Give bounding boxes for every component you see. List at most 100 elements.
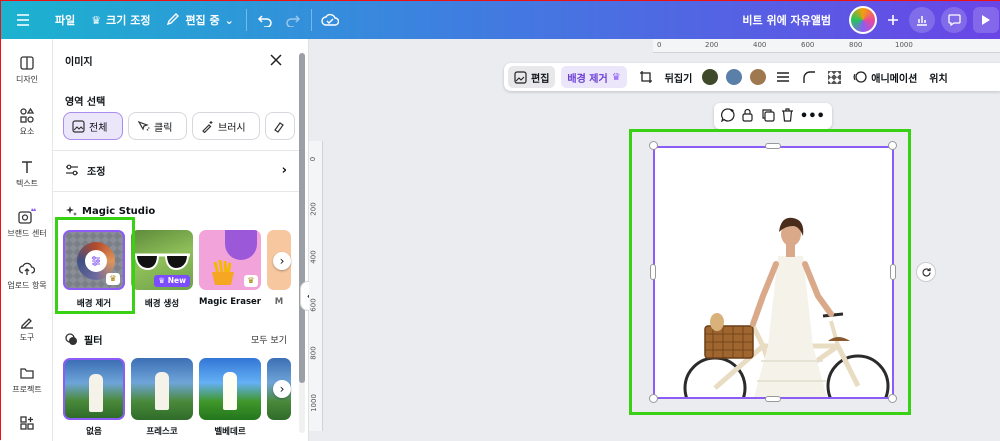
rail-item-text[interactable]: 텍스트	[1, 159, 53, 189]
trash-icon[interactable]	[781, 107, 794, 125]
horizontal-ruler: 0 200 400 600 800 1000	[653, 39, 1000, 53]
bg-generate-card[interactable]: ♛ New	[131, 230, 193, 290]
left-rail: 디자인 요소 텍스트 브랜드 센터 업로드 항목 도구 프로젝트	[1, 39, 53, 441]
resize-label: 크기 조정	[106, 14, 151, 27]
ruler-tick: 800	[309, 346, 318, 360]
rotate-icon[interactable]	[916, 262, 936, 282]
adjust-row[interactable]: 조정 ›	[65, 159, 287, 181]
rail-item-brand[interactable]: 브랜드 센터	[1, 207, 53, 239]
rail-item-projects[interactable]: 프로젝트	[1, 365, 53, 395]
bg-remove-label: 배경 제거	[567, 73, 608, 85]
position-button[interactable]: 위치	[923, 66, 953, 88]
chip-all[interactable]: 전체	[63, 112, 123, 140]
divider	[310, 9, 312, 31]
chip-label: 클릭	[154, 122, 173, 134]
insights-icon[interactable]	[909, 7, 935, 33]
card-label: M	[274, 297, 284, 307]
element-floating-toolbar: •••	[714, 103, 832, 129]
project-title[interactable]: 비트 위에 자유앨범	[734, 7, 839, 33]
transparency-button[interactable]	[822, 66, 847, 88]
flip-button[interactable]: 뒤집기	[659, 66, 699, 88]
rail-item-apps[interactable]	[1, 415, 53, 431]
rail-item-elements[interactable]: 요소	[1, 107, 53, 137]
filter-none[interactable]	[63, 358, 125, 420]
filter-label: 벨베데르	[214, 427, 246, 437]
resize-handle-se[interactable]	[888, 394, 897, 403]
card-label: 배경 생성	[144, 299, 180, 309]
rail-item-design[interactable]: 디자인	[1, 55, 53, 85]
avatar[interactable]	[849, 6, 877, 34]
rail-label: 디자인	[15, 75, 39, 84]
see-all-link[interactable]: 모두 보기	[251, 333, 287, 346]
resize-handle-e[interactable]	[890, 264, 896, 280]
ruler-tick: 600	[309, 298, 318, 312]
rail-item-tools[interactable]: 도구	[1, 313, 53, 343]
color-swatch[interactable]	[726, 69, 743, 85]
rail-label: 도구	[19, 333, 35, 342]
cloud-sync-icon[interactable]	[316, 6, 344, 34]
resize-handle-s[interactable]	[765, 396, 781, 402]
more-options-icon[interactable]: •••	[800, 109, 825, 124]
sparkle-icon	[66, 206, 77, 216]
crown-icon: ♛	[244, 275, 258, 287]
divider	[245, 9, 247, 31]
menu-icon[interactable]	[9, 6, 37, 34]
filter-label: 프레스코	[146, 427, 178, 437]
resize-button[interactable]: ♛ 크기 조정	[83, 7, 158, 33]
resize-handle-nw[interactable]	[649, 141, 658, 150]
selection-frame[interactable]	[653, 146, 894, 399]
lock-icon[interactable]	[741, 108, 754, 125]
next-arrow-icon[interactable]: ›	[273, 252, 291, 270]
crown-icon: ♛	[91, 13, 102, 27]
animate-button[interactable]: 애니메이션	[847, 66, 923, 88]
chip-brush[interactable]: 브러시	[192, 112, 260, 140]
pencil-icon	[166, 12, 180, 29]
area-select-heading: 영역 선택	[65, 97, 106, 108]
rail-item-uploads[interactable]: 업로드 항목	[1, 261, 53, 291]
vertical-ruler: 0 200 400 600 800 1000	[309, 141, 323, 431]
edit-mode-dropdown[interactable]: 편집 중 ⌄	[158, 7, 241, 33]
chip-click[interactable]: 클릭	[128, 112, 187, 140]
close-icon[interactable]	[267, 51, 285, 69]
comment-add-icon[interactable]	[721, 107, 735, 125]
comment-icon[interactable]	[941, 7, 967, 33]
woman-figure	[223, 372, 237, 410]
resize-handle-ne[interactable]	[888, 141, 897, 150]
panel-scrollbar-thumb[interactable]	[299, 53, 305, 383]
ruler-tick: 400	[753, 41, 767, 49]
top-bar: 파일 ♛ 크기 조정 편집 중 ⌄ 비트 위에 자유앨범	[1, 1, 1000, 39]
filter-label: 없음	[86, 427, 102, 437]
rail-label: 요소	[19, 127, 35, 136]
bg-remove-button[interactable]: 배경 제거 ♛	[561, 66, 627, 88]
resize-handle-n[interactable]	[765, 143, 781, 149]
cursor-sparkle-icon	[137, 120, 150, 131]
resize-handle-w[interactable]	[650, 264, 656, 280]
chip-more[interactable]	[265, 112, 295, 140]
undo-icon[interactable]	[251, 6, 279, 34]
next-arrow-icon[interactable]: ›	[273, 380, 291, 398]
ruler-tick: 1000	[895, 41, 913, 49]
image-context-toolbar: 편집 배경 제거 ♛ 뒤집기 애니메이션 위치	[504, 63, 1000, 91]
edit-image-button[interactable]: 편집	[508, 66, 556, 88]
filter-fresco[interactable]	[131, 358, 193, 420]
plus-icon[interactable]	[883, 6, 903, 34]
panel-title: 이미지	[65, 57, 93, 68]
present-play-icon[interactable]	[973, 7, 999, 33]
color-swatch[interactable]	[702, 69, 719, 85]
card-label: 배경 제거	[76, 299, 112, 309]
resize-handle-sw[interactable]	[649, 394, 658, 403]
image-icon	[72, 119, 85, 133]
bg-remove-card[interactable]: ♛	[63, 230, 125, 290]
redo-icon[interactable]	[279, 6, 307, 34]
ruler-tick: 0	[657, 41, 662, 49]
crop-icon	[639, 71, 652, 83]
sliders-badge-icon	[85, 250, 107, 272]
file-menu[interactable]: 파일	[47, 7, 83, 33]
corner-radius-button[interactable]	[796, 66, 822, 88]
crop-button[interactable]	[633, 66, 659, 88]
border-style-button[interactable]	[770, 66, 796, 88]
color-swatch[interactable]	[750, 69, 767, 85]
duplicate-icon[interactable]	[761, 108, 775, 125]
filter-belvedere[interactable]	[199, 358, 261, 420]
magic-eraser-card[interactable]: ♛	[199, 230, 261, 290]
